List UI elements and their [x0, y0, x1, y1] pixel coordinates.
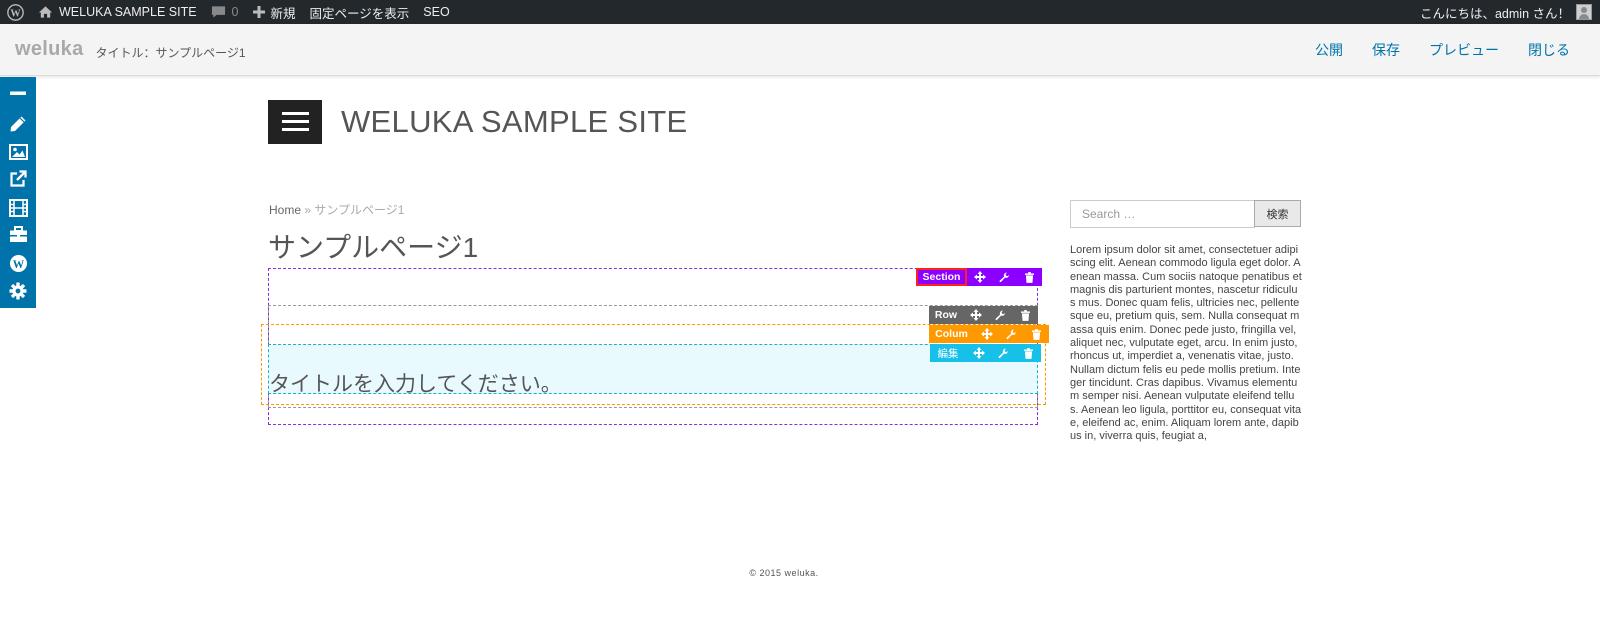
module-controls: 編集: [930, 344, 1041, 362]
move-icon[interactable]: [974, 325, 999, 343]
wordpress-icon: W: [7, 3, 24, 21]
plus-icon: [252, 6, 265, 18]
new-content-menu[interactable]: 新規: [246, 0, 303, 24]
breadcrumb: Home » サンプルページ1: [269, 201, 404, 218]
move-icon[interactable]: [967, 268, 992, 286]
site-name-menu[interactable]: WELUKA SAMPLE SITE: [31, 0, 204, 24]
publish-button[interactable]: 公開: [1315, 40, 1343, 60]
trash-icon[interactable]: [1024, 325, 1049, 343]
gear-icon[interactable]: [8, 281, 28, 301]
view-page-link[interactable]: 固定ページを表示: [303, 0, 417, 24]
admin-bar: W WELUKA SAMPLE SITE 0 新規 固定ページを表示 SEO こ…: [0, 0, 1600, 24]
wrench-icon[interactable]: [988, 306, 1013, 324]
site-name: WELUKA SAMPLE SITE: [59, 5, 197, 19]
hamburger-menu-button[interactable]: [268, 100, 322, 144]
home-icon: [38, 6, 53, 18]
svg-text:W: W: [12, 258, 24, 270]
sidebar-text-widget: Lorem ipsum dolor sit amet, consectetuer…: [1070, 244, 1302, 443]
trash-icon[interactable]: [1017, 268, 1042, 286]
comments-count: 0: [231, 5, 239, 19]
wordpress-icon[interactable]: W: [8, 253, 28, 273]
comments-menu[interactable]: 0: [204, 0, 246, 24]
breadcrumb-current: サンプルページ1: [314, 203, 405, 217]
brand-logo: weluka: [15, 38, 84, 60]
page-title: サンプルページ1: [268, 232, 479, 263]
row-controls: Row: [929, 306, 1038, 324]
avatar: [1576, 4, 1592, 20]
move-icon[interactable]: [963, 306, 988, 324]
wrench-icon[interactable]: [991, 344, 1016, 362]
hamburger-bar: [282, 128, 309, 131]
image-icon[interactable]: [8, 142, 28, 162]
module-edit-button[interactable]: 編集: [930, 344, 966, 362]
search-input[interactable]: [1070, 200, 1255, 228]
footer-copyright: © 2015 weluka.: [749, 568, 819, 578]
editor-toolbar: weluka タイトル：サンプルページ1 公開 保存 プレビュー 閉じる: [0, 24, 1600, 76]
document-title: タイトル：サンプルページ1: [95, 46, 246, 60]
greeting: こんにちは、admin さん！: [1419, 6, 1570, 21]
external-link-icon[interactable]: [8, 169, 28, 189]
section-controls: Section: [916, 268, 1042, 286]
wrench-icon[interactable]: [992, 268, 1017, 286]
minimize-icon[interactable]: [8, 83, 28, 103]
hamburger-bar: [282, 120, 309, 123]
breadcrumb-separator: »: [304, 203, 312, 217]
comment-icon: [211, 6, 225, 18]
briefcase-icon[interactable]: [8, 224, 28, 244]
seo-menu[interactable]: SEO: [416, 0, 456, 24]
wrench-icon[interactable]: [999, 325, 1024, 343]
trash-icon[interactable]: [1016, 344, 1041, 362]
new-label: 新規: [270, 6, 296, 21]
editor-actions: 公開 保存 プレビュー 閉じる: [1286, 40, 1570, 60]
move-icon[interactable]: [966, 344, 991, 362]
wordpress-logo-menu[interactable]: W: [0, 0, 31, 24]
site-title[interactable]: WELUKA SAMPLE SITE: [341, 104, 688, 140]
seo-label: SEO: [423, 5, 450, 19]
section-label-button[interactable]: Section: [916, 268, 967, 286]
trash-icon[interactable]: [1013, 306, 1038, 324]
account-menu[interactable]: こんにちは、admin さん！: [1413, 0, 1600, 24]
save-button[interactable]: 保存: [1372, 40, 1400, 60]
breadcrumb-home-link[interactable]: Home: [269, 203, 301, 217]
module-title-text[interactable]: タイトルを入力してください。: [269, 368, 562, 398]
close-button[interactable]: 閉じる: [1528, 40, 1570, 60]
view-page-label: 固定ページを表示: [309, 6, 410, 21]
search-button[interactable]: 検索: [1254, 200, 1301, 227]
film-icon[interactable]: [8, 198, 28, 218]
svg-text:W: W: [10, 8, 21, 19]
preview-button[interactable]: プレビュー: [1429, 40, 1499, 60]
column-controls: Colum: [929, 325, 1049, 343]
column-label-button[interactable]: Colum: [929, 325, 974, 343]
builder-tool-palette: W: [0, 77, 36, 308]
pencil-icon[interactable]: [8, 114, 28, 134]
row-label-button[interactable]: Row: [929, 306, 963, 324]
hamburger-bar: [282, 112, 309, 115]
